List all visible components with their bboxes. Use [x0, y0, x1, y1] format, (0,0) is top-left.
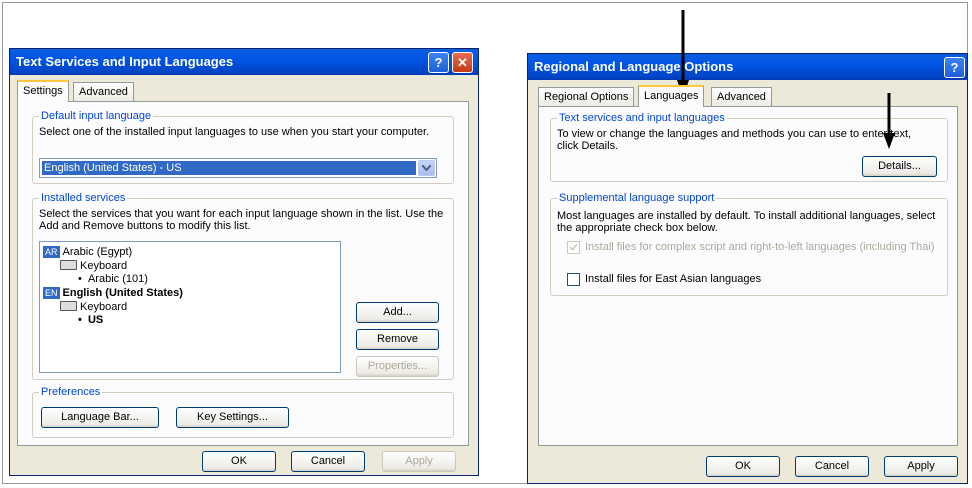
- layout-name: US: [87, 314, 104, 326]
- key-settings-button[interactable]: Key Settings...: [176, 407, 289, 428]
- languages-panel: Text services and input languages To vie…: [538, 106, 958, 446]
- list-item-layout[interactable]: • US: [78, 314, 104, 326]
- tab-strip: Settings Advanced: [17, 80, 317, 102]
- tab-advanced[interactable]: Advanced: [711, 87, 772, 106]
- keyboard-icon: [60, 260, 77, 270]
- complex-script-checkbox[interactable]: [567, 241, 580, 254]
- regional-language-dialog: Regional and Language Options ? Regional…: [527, 53, 968, 484]
- selected-language: English (United States) - US: [42, 161, 416, 175]
- category-name: Keyboard: [80, 260, 128, 272]
- help-button[interactable]: ?: [944, 57, 965, 78]
- remove-button[interactable]: Remove: [356, 329, 439, 350]
- properties-button[interactable]: Properties...: [356, 356, 439, 377]
- help-button[interactable]: ?: [428, 52, 449, 73]
- list-item-category[interactable]: Keyboard: [60, 301, 127, 313]
- check-icon: [569, 243, 578, 251]
- tab-languages[interactable]: Languages: [638, 85, 705, 107]
- tab-advanced[interactable]: Advanced: [73, 82, 134, 101]
- apply-button[interactable]: Apply: [884, 456, 958, 477]
- language-tag: EN: [43, 287, 60, 299]
- list-item-category[interactable]: Keyboard: [60, 260, 127, 272]
- text-services-description: To view or change the languages and meth…: [557, 128, 912, 152]
- east-asian-label[interactable]: Install files for East Asian languages: [585, 273, 761, 285]
- bullet-icon: •: [78, 314, 88, 326]
- title-bar[interactable]: Regional and Language Options ?: [528, 54, 967, 80]
- group-title: Text services and input languages: [557, 112, 727, 124]
- east-asian-checkbox[interactable]: [567, 273, 580, 286]
- supplemental-description: Most languages are installed by default.…: [557, 210, 936, 234]
- chevron-down-icon[interactable]: [418, 160, 435, 176]
- ok-button[interactable]: OK: [706, 456, 780, 477]
- add-button[interactable]: Add...: [356, 302, 439, 323]
- preferences-group: Preferences Language Bar... Key Settings…: [32, 386, 454, 438]
- group-title: Default input language: [39, 110, 154, 122]
- group-title: Installed services: [39, 192, 128, 204]
- language-name: Arabic (Egypt): [62, 246, 133, 258]
- group-title: Preferences: [39, 386, 103, 398]
- tab-strip: Regional Options Languages Advanced: [538, 85, 838, 107]
- tab-regional-options[interactable]: Regional Options: [538, 87, 635, 106]
- close-button[interactable]: ✕: [452, 52, 473, 73]
- apply-button[interactable]: Apply: [382, 451, 456, 472]
- list-item-language[interactable]: AR Arabic (Egypt): [43, 246, 132, 258]
- default-input-group: Default input language Select one of the…: [32, 110, 454, 184]
- text-services-dialog: Text Services and Input Languages ? ✕ Se…: [9, 48, 479, 476]
- details-button[interactable]: Details...: [862, 156, 937, 177]
- list-item-language[interactable]: EN English (United States): [43, 287, 183, 299]
- settings-panel: Default input language Select one of the…: [17, 101, 469, 446]
- complex-script-label[interactable]: Install files for complex script and rig…: [585, 241, 945, 253]
- keyboard-icon: [60, 301, 77, 311]
- default-input-description: Select one of the installed input langua…: [39, 126, 430, 138]
- category-name: Keyboard: [80, 301, 128, 313]
- supplemental-group: Supplemental language support Most langu…: [550, 192, 948, 296]
- language-name: English (United States): [62, 287, 183, 299]
- list-item-layout[interactable]: • Arabic (101): [78, 273, 148, 285]
- installed-services-group: Installed services Select the services t…: [32, 192, 454, 380]
- group-title: Supplemental language support: [557, 192, 717, 204]
- title-bar[interactable]: Text Services and Input Languages ? ✕: [10, 49, 478, 75]
- layout-name: Arabic (101): [87, 273, 148, 285]
- bullet-icon: •: [78, 273, 88, 285]
- installed-description: Select the services that you want for ea…: [39, 208, 444, 232]
- installed-services-list[interactable]: AR Arabic (Egypt) Keyboard • Arabic (101)…: [39, 241, 341, 373]
- language-bar-button[interactable]: Language Bar...: [41, 407, 159, 428]
- cancel-button[interactable]: Cancel: [291, 451, 365, 472]
- tab-settings[interactable]: Settings: [17, 80, 69, 102]
- language-tag: AR: [43, 246, 60, 258]
- dialog-title: Regional and Language Options: [534, 59, 734, 74]
- default-language-dropdown[interactable]: English (United States) - US: [39, 158, 437, 178]
- dialog-title: Text Services and Input Languages: [16, 54, 234, 69]
- down-arrow-icon: [883, 93, 895, 149]
- cancel-button[interactable]: Cancel: [795, 456, 869, 477]
- ok-button[interactable]: OK: [202, 451, 276, 472]
